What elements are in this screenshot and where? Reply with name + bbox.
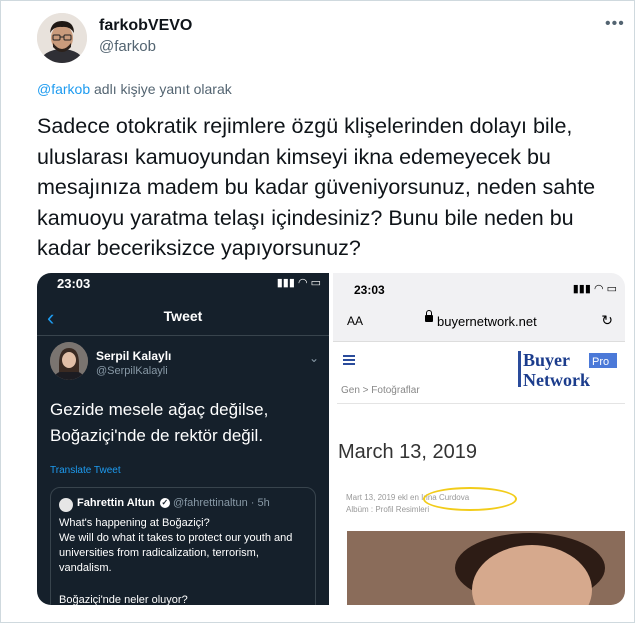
media-image-browser-screenshot[interactable]: 23:03 ▮▮▮ ◠ ▭ AA buyernetwork.net ↻ Buye… [333,273,625,605]
avatar[interactable] [37,13,87,63]
breadcrumb: Gen > Fotoğraflar [341,385,420,396]
profile-photo [347,531,625,605]
logo-pro: Pro [592,356,609,368]
quoted-author: Fahrettin Altun ✓ @fahrettinaltun · 5h [77,497,270,509]
embedded-author-name: Serpil Kalaylı [96,349,172,363]
embedded-more-icon: ⌄ [308,351,319,365]
lock-icon [425,310,433,322]
url-text: buyernetwork.net [437,314,537,329]
header-title: Tweet [163,308,203,324]
verified-icon: ✓ [159,498,170,509]
quoted-text-line: We will do what it takes to protect our … [59,532,293,574]
highlight-circle [423,487,517,511]
status-time: 23:03 [57,276,91,291]
url-bar: AA buyernetwork.net ↻ [333,301,625,342]
reply-to-link[interactable]: @farkob [37,81,90,97]
embedded-text-line: Gezide mesele ağaç değilse, [50,400,269,419]
logo-word1: Buyer [523,350,570,370]
media-image-twitter-screenshot[interactable]: 23:03 ▮▮▮ ◠ ▭ ‹ Tweet Serpil Kalaylı @Se… [37,273,329,605]
divider [37,335,329,336]
hamburger-menu-icon [343,355,355,367]
avatar-image [37,13,87,63]
display-name[interactable]: farkobVEVO [99,17,192,35]
logo-word2: Network [523,370,590,389]
reload-icon: ↻ [601,312,613,328]
divider [337,403,625,404]
reply-to-label: adlı kişiye yanıt olarak [90,81,232,97]
quoted-author-name: Fahrettin Altun [77,497,155,509]
embedded-author-handle: @SerpilKalayli [96,365,168,377]
buyer-network-logo: Buyer Pro Network [517,349,619,389]
status-icons: ▮▮▮ ◠ ▭ [572,283,617,295]
embedded-tweet-text: Gezide mesele ağaç değilse, Boğaziçi'nde… [50,397,320,449]
embedded-text-line: Boğaziçi'nde de rektör değil. [50,426,264,445]
quoted-tweet: Fahrettin Altun ✓ @fahrettinaltun · 5h W… [50,487,316,605]
status-bar: 23:03 ▮▮▮ ◠ ▭ [333,273,625,301]
reader-aa: AA [347,314,364,328]
quoted-avatar [59,498,73,512]
quoted-text: What's happening at Boğaziçi? We will do… [59,516,309,576]
tweet-text: Sadece otokratik rejimlere özgü klişeler… [37,114,596,260]
post-date: March 13, 2019 [338,441,477,463]
quoted-text-line: What's happening at Boğaziçi? [59,517,210,529]
embedded-avatar [50,342,88,380]
translate-link: Translate Tweet [50,465,121,476]
tweet-card: farkobVEVO @farkob ••• @farkob adlı kişi… [0,0,635,623]
tweet-media[interactable]: 23:03 ▮▮▮ ◠ ▭ ‹ Tweet Serpil Kalaylı @Se… [37,273,625,605]
status-time: 23:03 [354,283,385,297]
status-icons: ▮▮▮ ◠ ▭ [276,277,321,289]
user-handle[interactable]: @farkob [99,38,156,55]
quoted-author-handle: @fahrettinaltun · 5h [172,497,270,509]
reply-context: @farkob adlı kişiye yanıt olarak [37,81,232,97]
quoted-link-title: Boğaziçi'nde neler oluyor? [59,594,188,605]
more-icon[interactable]: ••• [605,15,625,33]
embedded-avatar-image [50,342,88,380]
